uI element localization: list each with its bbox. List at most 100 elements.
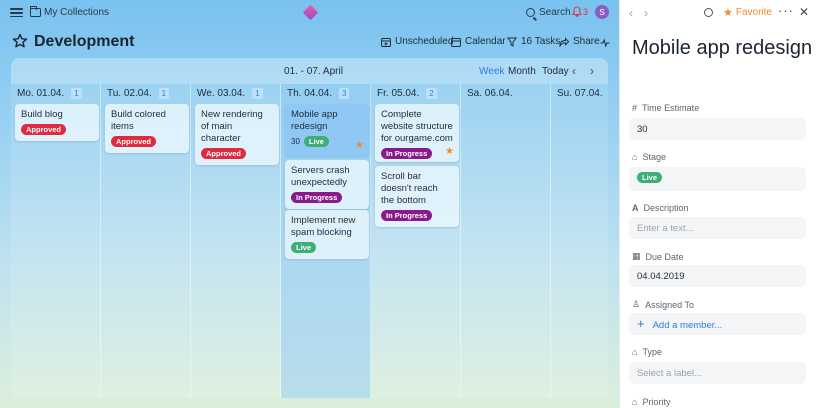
due-date-field[interactable]: 04.04.2019 (629, 265, 806, 287)
task-card[interactable]: Build colored items Approved (105, 104, 189, 153)
status-badge: In Progress (381, 210, 433, 221)
tasks-count: 16 Tasks (521, 36, 561, 47)
task-title: Implement new spam blocking (291, 215, 356, 238)
text-icon: A (632, 203, 639, 213)
task-title: Complete website structure for ourgame.c… (381, 109, 453, 144)
tag-icon: ⌂ (632, 152, 638, 162)
field-label: Type (642, 347, 662, 357)
status-badge: Live (303, 136, 329, 147)
avatar[interactable]: S (595, 5, 609, 19)
task-title: Servers crash unexpectedly (291, 165, 350, 188)
day-column-tue: Tu. 02.04. 1 Build colored items Approved (101, 84, 191, 398)
tag-icon: ⌂ (632, 397, 638, 407)
favorite-label: Favorite (735, 7, 772, 18)
day-label: Su. 07.04. (557, 88, 603, 99)
favorite-button[interactable]: ★ Favorite (723, 7, 772, 18)
field-label: Due Date (645, 251, 684, 262)
share-label: Share (573, 36, 600, 47)
calendar-icon: ▦ (632, 251, 641, 261)
task-card[interactable]: Implement new spam blocking Live (285, 210, 369, 259)
status-badge: Live (291, 242, 317, 253)
field-label: Time Estimate (642, 103, 700, 113)
collections-link[interactable]: My Collections (44, 7, 109, 18)
add-member-label: Add a member... (652, 320, 723, 331)
day-header: Sa. 06.04. (467, 88, 513, 99)
due-date-label: ▦ Due Date (632, 251, 684, 262)
view-today-button[interactable]: Today (542, 66, 569, 77)
task-detail-title[interactable]: Mobile app redesign (632, 36, 822, 61)
task-card[interactable]: Build blog Approved (15, 104, 99, 141)
search-button[interactable]: Search (526, 7, 571, 18)
day-label: Tu. 02.04. (107, 88, 152, 99)
calendar-button[interactable]: Calendar (451, 36, 506, 47)
task-card[interactable]: New rendering of main character Approved (195, 104, 279, 165)
next-week-button[interactable]: › (590, 64, 594, 78)
task-card[interactable]: Scroll bar doesn't reach the bottom In P… (375, 166, 459, 227)
details-panel: ‹ › ★ Favorite ··· ✕ Mobile app redesign… (619, 0, 828, 408)
time-estimate-label: # Time Estimate (632, 103, 699, 113)
day-header: Su. 07.04. (557, 88, 603, 99)
stage-badge: Live (637, 172, 663, 183)
page-title: Development (34, 33, 135, 50)
share-icon (559, 36, 569, 47)
day-count: 2 (426, 88, 437, 99)
task-card[interactable]: Complete website structure for ourgame.c… (375, 104, 459, 162)
add-member-button[interactable]: + Add a member... (629, 313, 806, 335)
task-card[interactable]: Servers crash unexpectedly In Progress (285, 160, 369, 209)
search-icon (526, 8, 535, 17)
share-button[interactable]: Share (559, 36, 600, 47)
field-label: Assigned To (645, 299, 694, 310)
unscheduled-button[interactable]: Unscheduled (381, 36, 453, 47)
day-column-wed: We. 03.04. 1 New rendering of main charac… (191, 84, 281, 398)
prev-week-button[interactable]: ‹ (572, 64, 576, 78)
description-field[interactable]: Enter a text... (629, 217, 806, 239)
activity-icon[interactable] (600, 38, 610, 48)
day-label: We. 03.04. (197, 88, 246, 99)
day-column-fri: Fr. 05.04. 2 Complete website structure f… (371, 84, 461, 398)
back-arrow-icon[interactable]: ‹ (629, 6, 633, 20)
description-label: A Description (632, 203, 689, 213)
view-month-button[interactable]: Month (508, 66, 536, 77)
day-label: Th. 04.04. (287, 88, 333, 99)
day-column-thu: Th. 04.04. 3 Mobile app redesign 30 Live ★… (281, 84, 371, 398)
plus-icon: + (637, 316, 645, 331)
tasks-filter-button[interactable]: 16 Tasks (507, 36, 560, 47)
day-column-sat: Sa. 06.04. (461, 84, 551, 398)
search-label: Search (539, 7, 571, 18)
unscheduled-label: Unscheduled (395, 36, 454, 47)
task-title: Scroll bar doesn't reach the bottom (381, 171, 438, 206)
menu-icon[interactable] (10, 6, 23, 19)
time-estimate-field[interactable]: 30 (629, 118, 806, 140)
day-count: 3 (339, 88, 350, 99)
close-icon[interactable]: ✕ (799, 5, 809, 19)
task-title: Build colored items (111, 109, 166, 132)
day-header: We. 03.04. 1 (197, 88, 263, 99)
filter-icon (507, 37, 517, 47)
status-badge: Approved (111, 136, 157, 147)
calendar-label: Calendar (465, 36, 506, 47)
time-estimate: 30 (291, 137, 300, 146)
panel-toolbar: ‹ › ★ Favorite ··· ✕ (620, 0, 828, 26)
forward-arrow-icon[interactable]: › (644, 6, 648, 20)
view-week-button[interactable]: Week (479, 66, 504, 77)
hash-icon: # (632, 103, 638, 113)
folder-icon (29, 5, 41, 17)
day-header: Tu. 02.04. 1 (107, 88, 170, 99)
type-label: ⌂ Type (632, 347, 662, 357)
day-column-mon: Mo. 01.04. 1 Build blog Approved (11, 84, 101, 398)
type-field[interactable]: Select a label... (629, 362, 806, 384)
more-options-icon[interactable]: ··· (778, 3, 794, 18)
field-label: Description (643, 203, 689, 213)
date-range: 01. - 07. April (284, 66, 343, 77)
complete-circle-icon[interactable] (704, 8, 713, 17)
page-header: Development Unscheduled Calendar 16 Task… (0, 26, 619, 58)
day-count: 1 (252, 88, 263, 99)
day-header: Fr. 05.04. 2 (377, 88, 437, 99)
stage-field[interactable]: Live (629, 167, 806, 191)
star-icon[interactable] (12, 33, 28, 49)
week-nav-bar: 01. - 07. April Week Month Today ‹ › (11, 58, 608, 84)
top-bar: My Collections Search 3 S (0, 0, 619, 26)
task-card-selected[interactable]: Mobile app redesign 30 Live ★ (285, 104, 369, 156)
bell-icon[interactable] (572, 6, 582, 17)
day-header: Mo. 01.04. 1 (17, 88, 82, 99)
